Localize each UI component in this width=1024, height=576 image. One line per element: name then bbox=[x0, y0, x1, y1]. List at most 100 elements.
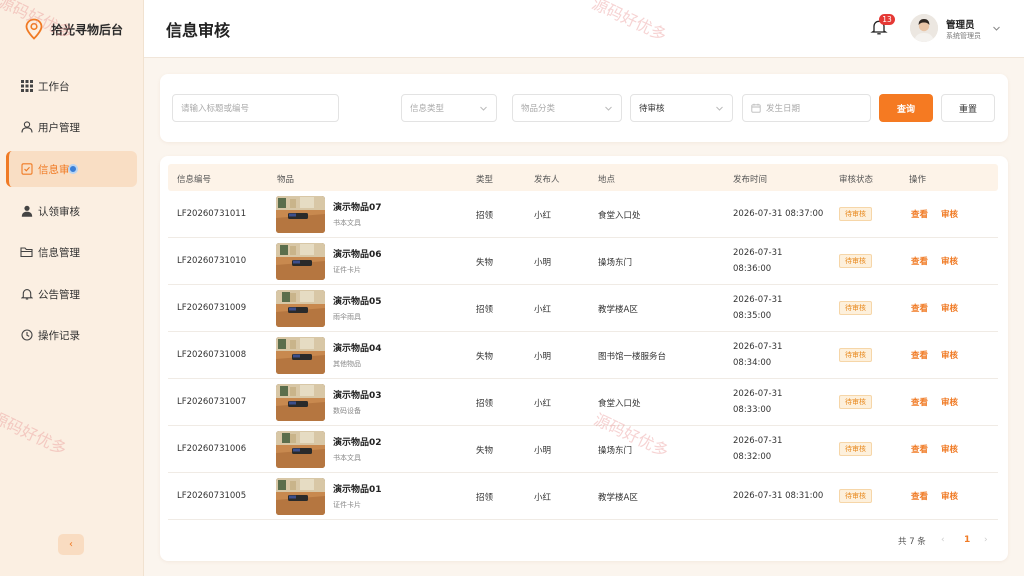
sidebar-item-info-manage[interactable]: 信息管理 bbox=[6, 234, 137, 270]
location: 操场东门 bbox=[598, 258, 633, 268]
status-badge: 待审核 bbox=[839, 254, 872, 268]
header-status: 审核状态 bbox=[839, 175, 874, 185]
view-button[interactable]: 查看 bbox=[911, 349, 928, 361]
category-select[interactable]: 物品分类 bbox=[512, 94, 622, 122]
info-type: 招领 bbox=[476, 305, 494, 315]
sidebar: 拾光寻物后台 工作台 用户管理 信息审 认领审核 信息管理 公告管理 操作记录 … bbox=[0, 0, 144, 576]
status-badge: 待审核 bbox=[839, 489, 872, 503]
table-row: LF20260731011 演示物品07 书本文具 招领 小红 食堂入口处 20… bbox=[168, 191, 998, 238]
item-name: 演示物品07 bbox=[333, 203, 382, 213]
sidebar-item-users[interactable]: 用户管理 bbox=[6, 109, 137, 145]
date-picker[interactable]: 发生日期 bbox=[742, 94, 871, 122]
header-actions: 操作 bbox=[909, 175, 927, 185]
audit-button[interactable]: 审核 bbox=[941, 255, 958, 267]
status-select[interactable]: 待审核 bbox=[630, 94, 733, 122]
item-name: 演示物品05 bbox=[333, 297, 382, 307]
audit-button[interactable]: 审核 bbox=[941, 396, 958, 408]
query-button[interactable]: 查询 bbox=[879, 94, 933, 122]
grid-icon bbox=[20, 80, 33, 93]
audit-button[interactable]: 审核 bbox=[941, 443, 958, 455]
chevron-down-icon[interactable] bbox=[992, 24, 1001, 33]
publish-time-date: 2026-07-31 bbox=[733, 436, 783, 446]
view-button[interactable]: 查看 bbox=[911, 208, 928, 220]
info-type: 招领 bbox=[476, 493, 494, 503]
publisher: 小明 bbox=[534, 446, 552, 456]
sidebar-item-label: 信息审 bbox=[38, 163, 70, 176]
info-id: LF20260731011 bbox=[177, 209, 247, 219]
sidebar-item-label: 公告管理 bbox=[38, 288, 80, 301]
reset-button[interactable]: 重置 bbox=[941, 94, 995, 122]
item-thumbnail[interactable] bbox=[276, 196, 325, 233]
item-thumbnail[interactable] bbox=[276, 478, 325, 515]
audit-button[interactable]: 审核 bbox=[941, 302, 958, 314]
cursor-dot-icon bbox=[67, 164, 78, 174]
top-header: 信息审核 13 管理员 系统管理员 bbox=[144, 0, 1024, 58]
audit-button[interactable]: 审核 bbox=[941, 208, 958, 220]
item-category: 证件卡片 bbox=[333, 501, 361, 509]
publisher: 小红 bbox=[534, 305, 552, 315]
publish-time-date: 2026-07-31 bbox=[733, 248, 783, 258]
item-thumbnail[interactable] bbox=[276, 337, 325, 374]
status-value: 待审核 bbox=[639, 104, 665, 114]
audit-button[interactable]: 审核 bbox=[941, 349, 958, 361]
location-pin-icon bbox=[25, 18, 43, 40]
sidebar-item-operation-log[interactable]: 操作记录 bbox=[6, 317, 137, 353]
info-type: 失物 bbox=[476, 352, 494, 362]
sidebar-item-label: 操作记录 bbox=[38, 329, 80, 342]
notification-count-badge: 13 bbox=[879, 14, 895, 25]
pagination-next-button[interactable]: › bbox=[984, 535, 988, 545]
chevron-down-icon bbox=[716, 106, 723, 111]
filter-panel: 请输入标题或编号 信息类型 物品分类 待审核 发生日期 查询 重置 bbox=[160, 74, 1008, 142]
table-header: 信息编号 物品 类型 发布人 地点 发布时间 审核状态 操作 bbox=[168, 164, 998, 191]
info-id: LF20260731008 bbox=[177, 350, 247, 360]
folder-icon bbox=[20, 246, 33, 259]
pagination-prev-button[interactable]: ‹ bbox=[941, 535, 945, 545]
sidebar-item-label: 工作台 bbox=[38, 80, 70, 93]
user-name[interactable]: 管理员 bbox=[946, 17, 975, 31]
item-thumbnail[interactable] bbox=[276, 384, 325, 421]
info-id: LF20260731010 bbox=[177, 256, 247, 266]
publish-time-clock: 08:32:00 bbox=[733, 452, 772, 462]
audit-table-card: 信息编号 物品 类型 发布人 地点 发布时间 审核状态 操作 LF2026073… bbox=[160, 156, 1008, 561]
table-row: LF20260731009 演示物品05 雨伞雨具 招领 小红 教学楼A区 20… bbox=[168, 285, 998, 332]
publisher: 小明 bbox=[534, 352, 552, 362]
publish-time: 2026-07-31 08:37:00 bbox=[733, 209, 824, 219]
status-badge: 待审核 bbox=[839, 395, 872, 409]
item-name: 演示物品06 bbox=[333, 250, 382, 260]
publisher: 小红 bbox=[534, 493, 552, 503]
table-row: LF20260731010 演示物品06 证件卡片 失物 小明 操场东门 202… bbox=[168, 238, 998, 285]
pagination-page-1[interactable]: 1 bbox=[964, 535, 970, 545]
header-time: 发布时间 bbox=[733, 175, 768, 185]
calendar-icon bbox=[751, 103, 761, 113]
view-button[interactable]: 查看 bbox=[911, 255, 928, 267]
info-type-select[interactable]: 信息类型 bbox=[401, 94, 497, 122]
header-id: 信息编号 bbox=[177, 175, 212, 185]
chevron-down-icon bbox=[605, 106, 612, 111]
item-thumbnail[interactable] bbox=[276, 243, 325, 280]
clock-icon bbox=[20, 329, 33, 342]
sidebar-collapse-button[interactable]: ‹ bbox=[58, 534, 84, 555]
avatar[interactable] bbox=[910, 14, 938, 42]
sidebar-item-workbench[interactable]: 工作台 bbox=[6, 68, 137, 104]
audit-button[interactable]: 审核 bbox=[941, 490, 958, 502]
publish-time-date: 2026-07-31 bbox=[733, 389, 783, 399]
info-id: LF20260731005 bbox=[177, 491, 247, 501]
view-button[interactable]: 查看 bbox=[911, 490, 928, 502]
publisher: 小明 bbox=[534, 258, 552, 268]
sidebar-item-info-audit[interactable]: 信息审 bbox=[6, 151, 137, 187]
location: 食堂入口处 bbox=[598, 399, 641, 409]
app-logo[interactable]: 拾光寻物后台 bbox=[24, 18, 123, 40]
item-thumbnail[interactable] bbox=[276, 431, 325, 468]
page-title: 信息审核 bbox=[166, 21, 231, 40]
sidebar-item-announcements[interactable]: 公告管理 bbox=[6, 276, 137, 312]
view-button[interactable]: 查看 bbox=[911, 443, 928, 455]
location: 教学楼A区 bbox=[598, 305, 638, 315]
location: 图书馆一楼服务台 bbox=[598, 352, 667, 362]
publish-time: 2026-07-31 08:31:00 bbox=[733, 491, 824, 501]
view-button[interactable]: 查看 bbox=[911, 396, 928, 408]
keyword-search-input[interactable]: 请输入标题或编号 bbox=[172, 94, 339, 122]
chevron-down-icon bbox=[480, 106, 487, 111]
item-thumbnail[interactable] bbox=[276, 290, 325, 327]
sidebar-item-claim-audit[interactable]: 认领审核 bbox=[6, 193, 137, 229]
view-button[interactable]: 查看 bbox=[911, 302, 928, 314]
